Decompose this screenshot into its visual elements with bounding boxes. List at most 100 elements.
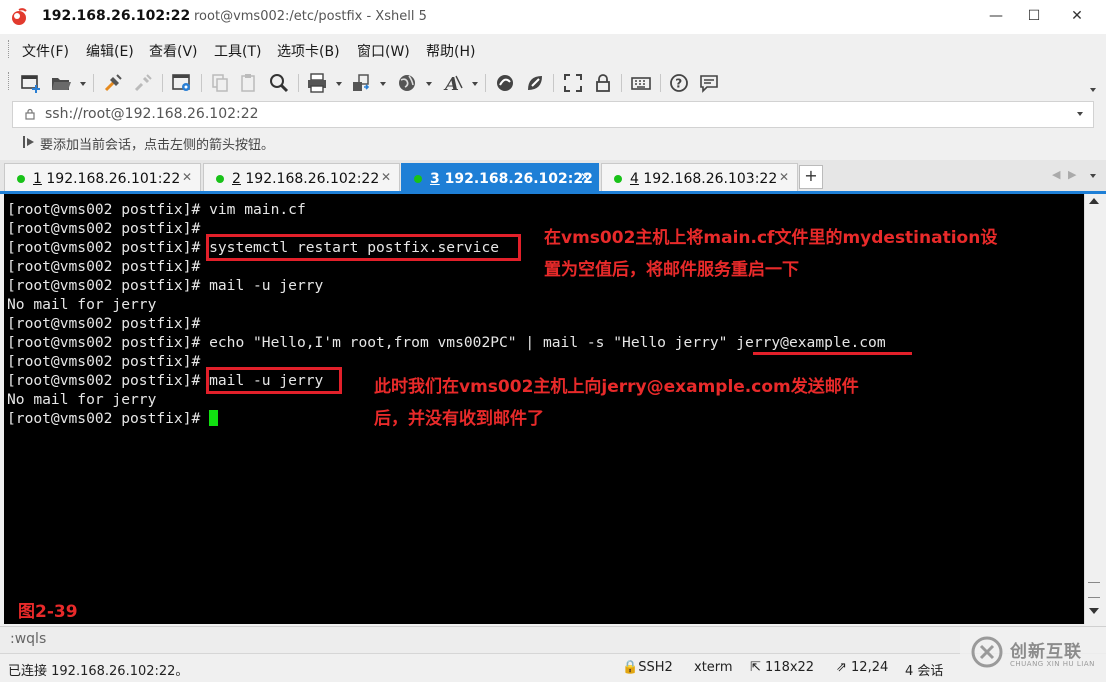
xftp-icon[interactable]	[494, 72, 516, 94]
globe-dropdown-arrow-icon[interactable]	[426, 82, 432, 86]
properties-icon[interactable]	[171, 72, 193, 94]
menu-tabs[interactable]: 选项卡(B)	[277, 41, 340, 61]
tab-scroll-right-icon[interactable]: ▶	[1068, 168, 1076, 181]
menu-file[interactable]: 文件(F)	[22, 41, 69, 61]
new-session-icon[interactable]	[20, 72, 42, 94]
font-icon[interactable]: A	[442, 72, 464, 95]
terminal-area[interactable]: [root@vms002 postfix]# vim main.cf [root…	[4, 194, 1084, 624]
xshell-logo-icon	[12, 8, 27, 25]
open-dropdown-arrow-icon[interactable]	[80, 82, 86, 86]
toolbar-separator	[162, 74, 163, 92]
xmanager-icon[interactable]	[524, 72, 546, 94]
tab-session-2[interactable]: 2 192.168.26.102:22 ✕	[203, 163, 400, 192]
annotation-restart: 在vms002主机上将main.cf文件里的mydestination设 置为空…	[544, 222, 997, 286]
toolbar-separator	[93, 74, 94, 92]
tab-list-dropdown-icon[interactable]	[1090, 174, 1096, 178]
terminal-line: [root@vms002 postfix]# echo "Hello,I'm r…	[7, 334, 886, 351]
watermark-subtext: CHUANG XIN HU LIAN	[1010, 660, 1095, 668]
toolbar-grip[interactable]	[8, 72, 11, 90]
print-icon[interactable]	[306, 72, 328, 94]
command-bar[interactable]: :wqls	[0, 626, 1106, 653]
maximize-button[interactable]: ☐	[1016, 0, 1052, 34]
terminal-type-status: xterm	[694, 660, 733, 675]
disconnect-icon[interactable]	[132, 72, 154, 94]
menu-edit[interactable]: 编辑(E)	[86, 41, 134, 61]
watermark: 创新互联 CHUANG XIN HU LIAN	[960, 627, 1106, 681]
menubar-grip[interactable]	[8, 40, 11, 58]
menu-help[interactable]: 帮助(H)	[426, 41, 475, 61]
tab-session-4[interactable]: 4 192.168.26.103:22 ✕	[601, 163, 798, 192]
connection-status: 已连接 192.168.26.102:22。	[8, 664, 189, 679]
address-dropdown-arrow-icon[interactable]	[1077, 112, 1083, 116]
tab-close-icon[interactable]: ✕	[580, 170, 590, 184]
session-count-status: 4 会话	[905, 664, 944, 679]
keyboard-icon[interactable]	[630, 72, 652, 94]
toolbar-overflow-arrow-icon[interactable]	[1090, 88, 1096, 92]
menu-view[interactable]: 查看(V)	[149, 41, 198, 61]
annotation-line: 置为空值后，将邮件服务重启一下	[544, 260, 799, 280]
annotation-line: 后，并没有收到邮件了	[374, 409, 544, 429]
connected-status-icon	[614, 175, 622, 183]
open-folder-icon[interactable]	[50, 72, 72, 94]
terminal-cursor	[209, 410, 219, 426]
paste-icon[interactable]	[238, 72, 260, 94]
tab-close-icon[interactable]: ✕	[182, 170, 192, 184]
tab-close-icon[interactable]: ✕	[381, 170, 391, 184]
toolbar-separator	[621, 74, 622, 92]
print-dropdown-arrow-icon[interactable]	[336, 82, 342, 86]
close-window-button[interactable]: ✕	[1054, 0, 1100, 34]
add-session-arrow-icon[interactable]	[22, 135, 36, 149]
protocol-status: 🔒SSH2	[622, 660, 673, 675]
help-icon[interactable]: ?	[668, 72, 690, 94]
tab-label: 1 192.168.26.101:22	[33, 171, 181, 187]
svg-text:?: ?	[675, 77, 682, 91]
address-input[interactable]: ssh://root@192.168.26.102:22	[45, 106, 259, 122]
watermark-logo-icon	[971, 636, 1003, 668]
session-info-bar: 要添加当前会话，点击左侧的箭头按钮。	[12, 132, 1092, 154]
figure-label: 图2-39	[18, 602, 78, 622]
tab-label: 2 192.168.26.102:22	[232, 171, 380, 187]
address-bar[interactable]: ssh://root@192.168.26.102:22	[12, 101, 1094, 128]
tab-label: 4 192.168.26.103:22	[630, 171, 778, 187]
lock-status-icon: 🔒	[622, 660, 639, 675]
scroll-thumb-grip-icon[interactable]	[1088, 582, 1100, 598]
new-tab-button[interactable]: +	[799, 165, 823, 189]
scroll-down-arrow-icon[interactable]	[1089, 608, 1099, 614]
transfer-icon[interactable]	[350, 72, 372, 94]
tab-bar: 1 192.168.26.101:22 ✕ 2 192.168.26.102:2…	[0, 160, 1106, 193]
highlight-underline-email	[753, 352, 912, 355]
connect-icon[interactable]	[102, 72, 124, 94]
font-dropdown-arrow-icon[interactable]	[472, 82, 478, 86]
tab-close-icon[interactable]: ✕	[779, 170, 789, 184]
tab-scroll-left-icon[interactable]: ◀	[1052, 168, 1060, 181]
menu-tools[interactable]: 工具(T)	[214, 41, 261, 61]
menu-window[interactable]: 窗口(W)	[357, 41, 410, 61]
terminal-line: No mail for jerry	[7, 296, 157, 313]
find-icon[interactable]	[268, 72, 290, 94]
status-bar: 已连接 192.168.26.102:22。 🔒SSH2 xterm ⇱ 118…	[0, 653, 1106, 682]
window-title-host: 192.168.26.102:22	[42, 8, 191, 24]
resize-icon: ⇱	[750, 660, 766, 675]
command-input[interactable]: :wqls	[10, 631, 46, 647]
fullscreen-icon[interactable]	[562, 72, 584, 94]
globe-icon[interactable]	[396, 72, 418, 94]
tab-session-3[interactable]: 3 192.168.26.102:22 ✕	[401, 163, 599, 192]
tab-session-1[interactable]: 1 192.168.26.101:22 ✕	[4, 163, 201, 192]
cursor-position-icon: ⇗	[836, 660, 852, 675]
annotation-result: 此时我们在vms002主机上向jerry@example.com发送邮件 后，并…	[374, 371, 859, 435]
menu-bar: 文件(F) 编辑(E) 查看(V) 工具(T) 选项卡(B) 窗口(W) 帮助(…	[0, 34, 1106, 64]
connected-status-icon	[216, 175, 224, 183]
chat-icon[interactable]	[698, 72, 720, 94]
toolbar-separator	[201, 74, 202, 92]
annotation-line: 此时我们在vms002主机上向jerry@example.com发送邮件	[374, 377, 859, 397]
scroll-up-arrow-icon[interactable]	[1089, 198, 1099, 204]
window-title: root@vms002:/etc/postfix - Xshell 5	[194, 9, 427, 24]
transfer-dropdown-arrow-icon[interactable]	[380, 82, 386, 86]
highlight-box-mail	[206, 367, 342, 394]
watermark-text: 创新互联	[1010, 642, 1082, 662]
address-lock-icon	[25, 108, 35, 120]
minimize-button[interactable]: —	[978, 0, 1014, 34]
terminal-scrollbar[interactable]	[1084, 194, 1103, 624]
lock-icon[interactable]	[592, 72, 614, 94]
copy-icon[interactable]	[209, 72, 231, 94]
